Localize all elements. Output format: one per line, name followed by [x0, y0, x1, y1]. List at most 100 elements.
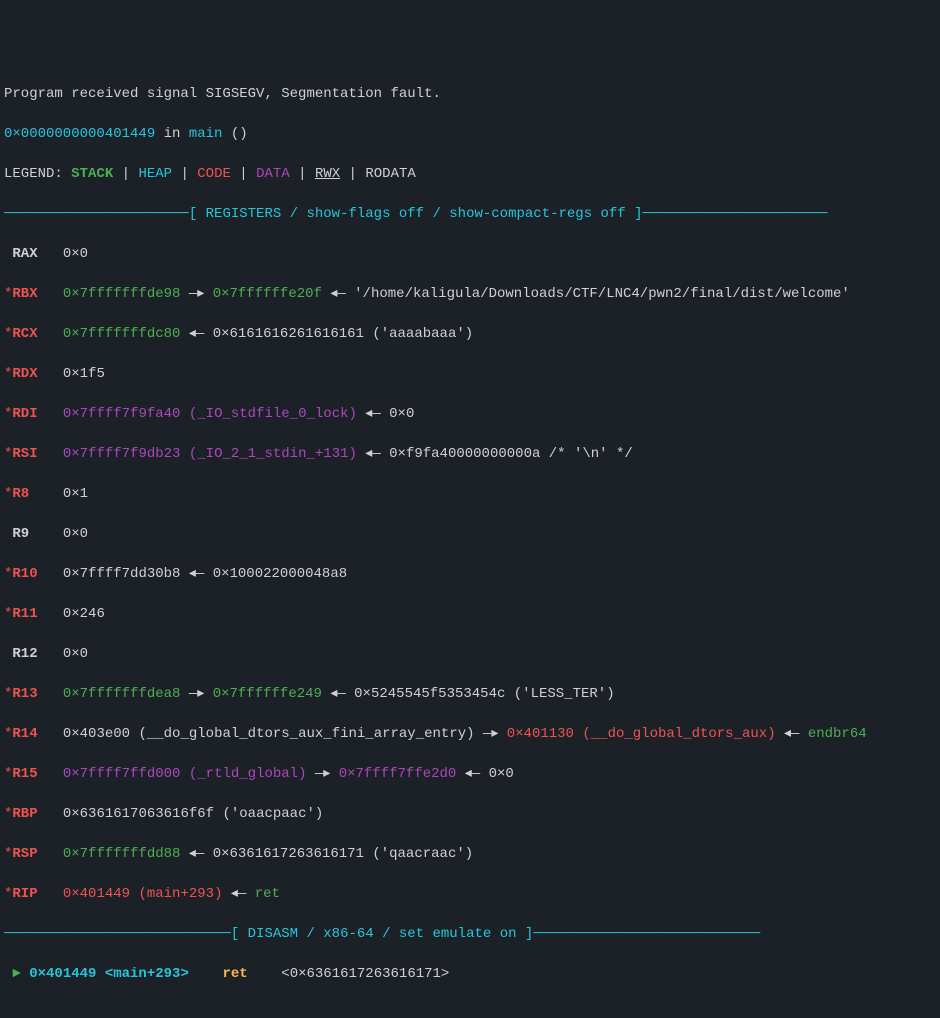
reg-name-r15: R15 — [12, 766, 37, 782]
pipe-5: | — [340, 166, 365, 182]
reg-rdx: *RDX 0×1f5 — [4, 364, 936, 384]
legend-heap: HEAP — [138, 166, 172, 182]
reg-val-r15-2: 0×7ffff7ffe2d0 — [339, 766, 457, 782]
reg-tail-r13: 0×5245545f5353454c ('LESS_TER') — [354, 686, 614, 702]
reg-val-rcx: 0×7fffffffdc80 — [63, 326, 181, 342]
reg-rcx: *RCX 0×7fffffffdc80 ◂— 0×616161626161616… — [4, 324, 936, 344]
reg-rip: *RIP 0×401449 (main+293) ◂— ret — [4, 884, 936, 904]
reg-r9: R9 0×0 — [4, 524, 936, 544]
reg-val-r12: 0×0 — [63, 646, 88, 662]
reg-r14: *R14 0×403e00 (__do_global_dtors_aux_fin… — [4, 724, 936, 744]
reg-rsp: *RSP 0×7fffffffdd88 ◂— 0×636161726361617… — [4, 844, 936, 864]
registers-title: REGISTERS / show-flags off / show-compac… — [197, 206, 634, 222]
arrow-right-icon: —▸ — [180, 286, 212, 302]
reg-tail-rdi: 0×0 — [389, 406, 414, 422]
reg-name-r8: R8 — [12, 486, 29, 502]
pipe-3: | — [231, 166, 256, 182]
reg-name-rsi: RSI — [12, 446, 37, 462]
reg-tail-rsi: 0×f9fa40000000000a /* '\n' */ — [389, 446, 633, 462]
legend-label: LEGEND: — [4, 166, 71, 182]
arrow-left-icon-7: ◂— — [456, 766, 488, 782]
reg-r11: *R11 0×246 — [4, 604, 936, 624]
disasm-target: <0×6361617263616171> — [281, 966, 449, 982]
reg-name-r12: R12 — [4, 646, 38, 662]
reg-name-r13: R13 — [12, 686, 37, 702]
reg-val-rbx2: 0×7ffffffe20f — [213, 286, 322, 302]
reg-val-rip: 0×401449 (main+293) — [63, 886, 223, 902]
reg-val-r13-1: 0×7fffffffdea8 — [63, 686, 181, 702]
disasm-addr: 0×401449 <main+293> — [29, 966, 189, 982]
crash-func: main — [189, 126, 223, 142]
reg-val-r14: 0×403e00 (__do_global_dtors_aux_fini_arr… — [63, 726, 475, 742]
reg-rbp: *RBP 0×6361617063616f6f ('oaacpaac') — [4, 804, 936, 824]
pipe-2: | — [172, 166, 197, 182]
arrow-left-icon-8: ◂— — [180, 846, 212, 862]
reg-rbx: *RBX 0×7fffffffde98 —▸ 0×7ffffffe20f ◂— … — [4, 284, 936, 304]
reg-val-rbx1: 0×7fffffffde98 — [63, 286, 181, 302]
arrow-left-icon-4: ◂— — [357, 446, 389, 462]
reg-val-rdi: 0×7ffff7f9fa40 (_IO_stdfile_0_lock) — [63, 406, 357, 422]
in-text: in — [155, 126, 189, 142]
reg-val-rdx: 0×1f5 — [63, 366, 105, 382]
reg-val-r8: 0×1 — [63, 486, 88, 502]
reg-name-r14: R14 — [12, 726, 37, 742]
pipe-4: | — [290, 166, 315, 182]
arrow-right-icon-2: —▸ — [180, 686, 212, 702]
reg-name-rip: RIP — [12, 886, 37, 902]
signal-line: Program received signal SIGSEGV, Segment… — [4, 84, 936, 104]
reg-val-rsp: 0×7fffffffdd88 — [63, 846, 181, 862]
reg-tail-r10: 0×100022000048a8 — [213, 566, 347, 582]
arrow-right-icon-3: —▸ — [475, 726, 507, 742]
arrow-left-icon-9: ◂— — [222, 886, 254, 902]
legend-rodata: RODATA — [365, 166, 415, 182]
signal-text: Program received signal SIGSEGV, Segment… — [4, 86, 441, 102]
reg-name-r11: R11 — [12, 606, 37, 622]
reg-tail-rip: ret — [255, 886, 280, 902]
legend-data: DATA — [256, 166, 290, 182]
reg-tail-r14-after: endbr64 — [808, 726, 867, 742]
arrow-left-icon-5: ◂— — [180, 566, 212, 582]
disasm-title: DISASM / x86-64 / set emulate on — [239, 926, 525, 942]
crash-location: 0×0000000000401449 in main () — [4, 124, 936, 144]
section-header-disasm: ───────────────────────────[ DISASM / x8… — [4, 924, 936, 944]
reg-val-rsi: 0×7ffff7f9db23 (_IO_2_1_stdin_+131) — [63, 446, 357, 462]
reg-tail-r14-code: 0×401130 (__do_global_dtors_aux) — [507, 726, 776, 742]
reg-name-rbp: RBP — [12, 806, 37, 822]
reg-r8: *R8 0×1 — [4, 484, 936, 504]
reg-tail-rbx: '/home/kaligula/Downloads/CTF/LNC4/pwn2/… — [354, 286, 850, 302]
reg-val-r15: 0×7ffff7ffd000 (_rtld_global) — [63, 766, 307, 782]
disasm-instr: ret — [222, 966, 247, 982]
pipe-1: | — [113, 166, 138, 182]
reg-name-rdx: RDX — [12, 366, 37, 382]
reg-name-rax: RAX — [4, 246, 38, 262]
legend-rwx: RWX — [315, 166, 340, 182]
legend-code: CODE — [197, 166, 231, 182]
reg-tail-rsp: 0×6361617263616171 ('qaacraac') — [213, 846, 473, 862]
reg-tail-rcx: 0×6161616261616161 ('aaaabaaa') — [213, 326, 473, 342]
arrow-left-icon-2: ◂— — [180, 326, 212, 342]
reg-val-r11: 0×246 — [63, 606, 105, 622]
reg-name-r10: R10 — [12, 566, 37, 582]
arrow-left-icon: ◂— — [322, 286, 354, 302]
reg-name-r9: R9 — [4, 526, 29, 542]
section-header-registers: ──────────────────────[ REGISTERS / show… — [4, 204, 936, 224]
reg-r15: *R15 0×7ffff7ffd000 (_rtld_global) —▸ 0×… — [4, 764, 936, 784]
reg-val-rbp: 0×6361617063616f6f ('oaacpaac') — [63, 806, 323, 822]
reg-r12: R12 0×0 — [4, 644, 936, 664]
reg-rsi: *RSI 0×7ffff7f9db23 (_IO_2_1_stdin_+131)… — [4, 444, 936, 464]
arrow-left-icon-3: ◂— — [357, 406, 389, 422]
reg-name-rsp: RSP — [12, 846, 37, 862]
reg-name-rdi: RDI — [12, 406, 37, 422]
reg-rax: RAX 0×0 — [4, 244, 936, 264]
reg-val-r9: 0×0 — [63, 526, 88, 542]
arrow-right-icon-4: —▸ — [306, 766, 338, 782]
caret-icon: ► — [4, 966, 29, 982]
legend-stack: STACK — [71, 166, 113, 182]
arrow-left-icon-6: ◂— — [322, 686, 354, 702]
reg-r10: *R10 0×7ffff7dd30b8 ◂— 0×100022000048a8 — [4, 564, 936, 584]
crash-addr: 0×0000000000401449 — [4, 126, 155, 142]
reg-val-r13-2: 0×7ffffffe249 — [213, 686, 322, 702]
legend-line: LEGEND: STACK | HEAP | CODE | DATA | RWX… — [4, 164, 936, 184]
reg-r13: *R13 0×7fffffffdea8 —▸ 0×7ffffffe249 ◂— … — [4, 684, 936, 704]
crash-paren: () — [222, 126, 247, 142]
